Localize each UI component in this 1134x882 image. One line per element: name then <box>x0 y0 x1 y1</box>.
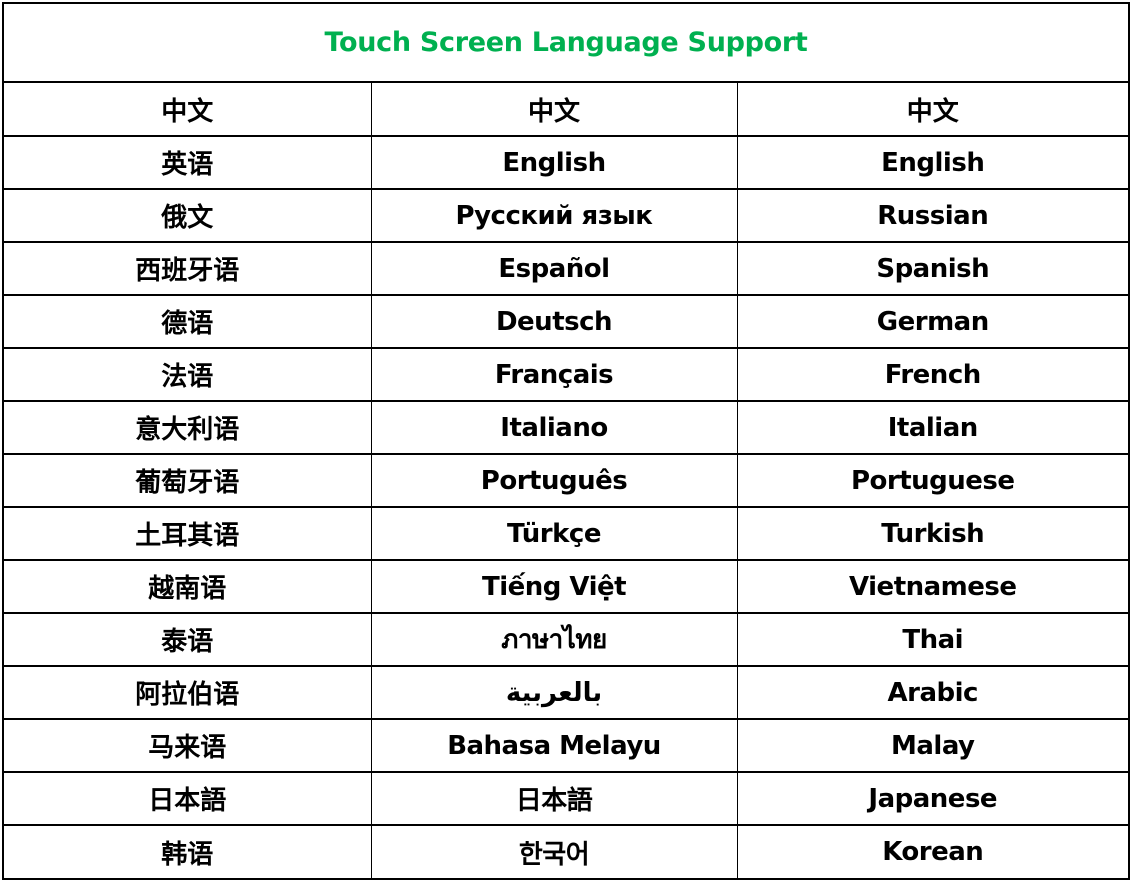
cell-english-name: Arabic <box>736 665 1128 719</box>
table-title: Touch Screen Language Support <box>324 27 808 58</box>
table-row: 泰语 ภาษาไทย Thai <box>4 612 1128 666</box>
cell-native-name: Français <box>370 347 737 401</box>
header-cell-chinese: 中文 <box>161 96 214 127</box>
cell-english-name: Spanish <box>736 241 1128 295</box>
cell-native-name: 日本語 <box>370 771 737 825</box>
cell-english-name: Russian <box>736 188 1128 242</box>
table-row: 韩语 한국어 Korean <box>4 824 1128 878</box>
table-row: 土耳其语 Türkçe Turkish <box>4 506 1128 560</box>
cell-english-name: Malay <box>736 718 1128 772</box>
table-row: 德语 Deutsch German <box>4 294 1128 348</box>
cell-native-name: Tiếng Việt <box>370 559 737 613</box>
cell-chinese-name: 土耳其语 <box>4 506 371 560</box>
cell-chinese-name: 马来语 <box>4 718 371 772</box>
table-row: 西班牙语 Español Spanish <box>4 241 1128 295</box>
language-table: 中文 中文 中文 英语 English English 俄文 Русский язык R… <box>4 83 1128 878</box>
cell-english-name: Italian <box>736 400 1128 454</box>
cell-english-name: Turkish <box>736 506 1128 560</box>
cell-chinese-name: 越南语 <box>4 559 371 613</box>
cell-chinese-name: 法语 <box>4 347 371 401</box>
cell-native-name: Español <box>370 241 737 295</box>
cell-native-name: Türkçe <box>370 506 737 560</box>
cell-chinese-name: 日本語 <box>4 771 371 825</box>
cell-english-name: Portuguese <box>736 453 1128 507</box>
cell-native-name: Italiano <box>370 400 737 454</box>
table-row: 葡萄牙语 Português Portuguese <box>4 453 1128 507</box>
language-support-table: Touch Screen Language Support 中文 中文 中文 英… <box>2 2 1130 880</box>
cell-chinese-name: 意大利语 <box>4 400 371 454</box>
table-row: 马来语 Bahasa Melayu Malay <box>4 718 1128 772</box>
cell-native-name: بالعربية <box>370 665 737 719</box>
cell-english-name: English <box>736 135 1128 189</box>
table-row: 法语 Français French <box>4 347 1128 401</box>
cell-native-name: 한국어 <box>370 824 737 878</box>
table-row: 英语 English English <box>4 135 1128 189</box>
cell-chinese-name: 韩语 <box>4 824 371 878</box>
cell-chinese-name: 西班牙语 <box>4 241 371 295</box>
table-row: 俄文 Русский язык Russian <box>4 188 1128 242</box>
cell-english-name: Japanese <box>736 771 1128 825</box>
header-row: 中文 中文 中文 <box>4 83 1128 136</box>
cell-native-name: Deutsch <box>370 294 737 348</box>
header-cell-english: 中文 <box>736 83 1128 136</box>
cell-english-name: Vietnamese <box>736 559 1128 613</box>
cell-chinese-name: 英语 <box>4 135 371 189</box>
cell-english-name: Korean <box>736 824 1128 878</box>
cell-native-name: ภาษาไทย <box>370 612 737 666</box>
cell-chinese-name: 阿拉伯语 <box>4 665 371 719</box>
cell-chinese-name: 泰语 <box>4 612 371 666</box>
cell-chinese-name: 葡萄牙语 <box>4 453 371 507</box>
cell-native-name: Русский язык <box>370 188 737 242</box>
cell-chinese-name: 德语 <box>4 294 371 348</box>
cell-chinese-name: 俄文 <box>4 188 371 242</box>
table-row: 越南语 Tiếng Việt Vietnamese <box>4 559 1128 613</box>
cell-native-name: Português <box>370 453 737 507</box>
header-cell-native: 中文 <box>370 83 737 136</box>
title-row: Touch Screen Language Support <box>4 4 1128 83</box>
cell-english-name: German <box>736 294 1128 348</box>
cell-native-name: Bahasa Melayu <box>370 718 737 772</box>
cell-native-name: English <box>370 135 737 189</box>
cell-english-name: Thai <box>736 612 1128 666</box>
table-row: 意大利语 Italiano Italian <box>4 400 1128 454</box>
table-row: 阿拉伯语 بالعربية Arabic <box>4 665 1128 719</box>
cell-english-name: French <box>736 347 1128 401</box>
table-row: 日本語 日本語 Japanese <box>4 771 1128 825</box>
